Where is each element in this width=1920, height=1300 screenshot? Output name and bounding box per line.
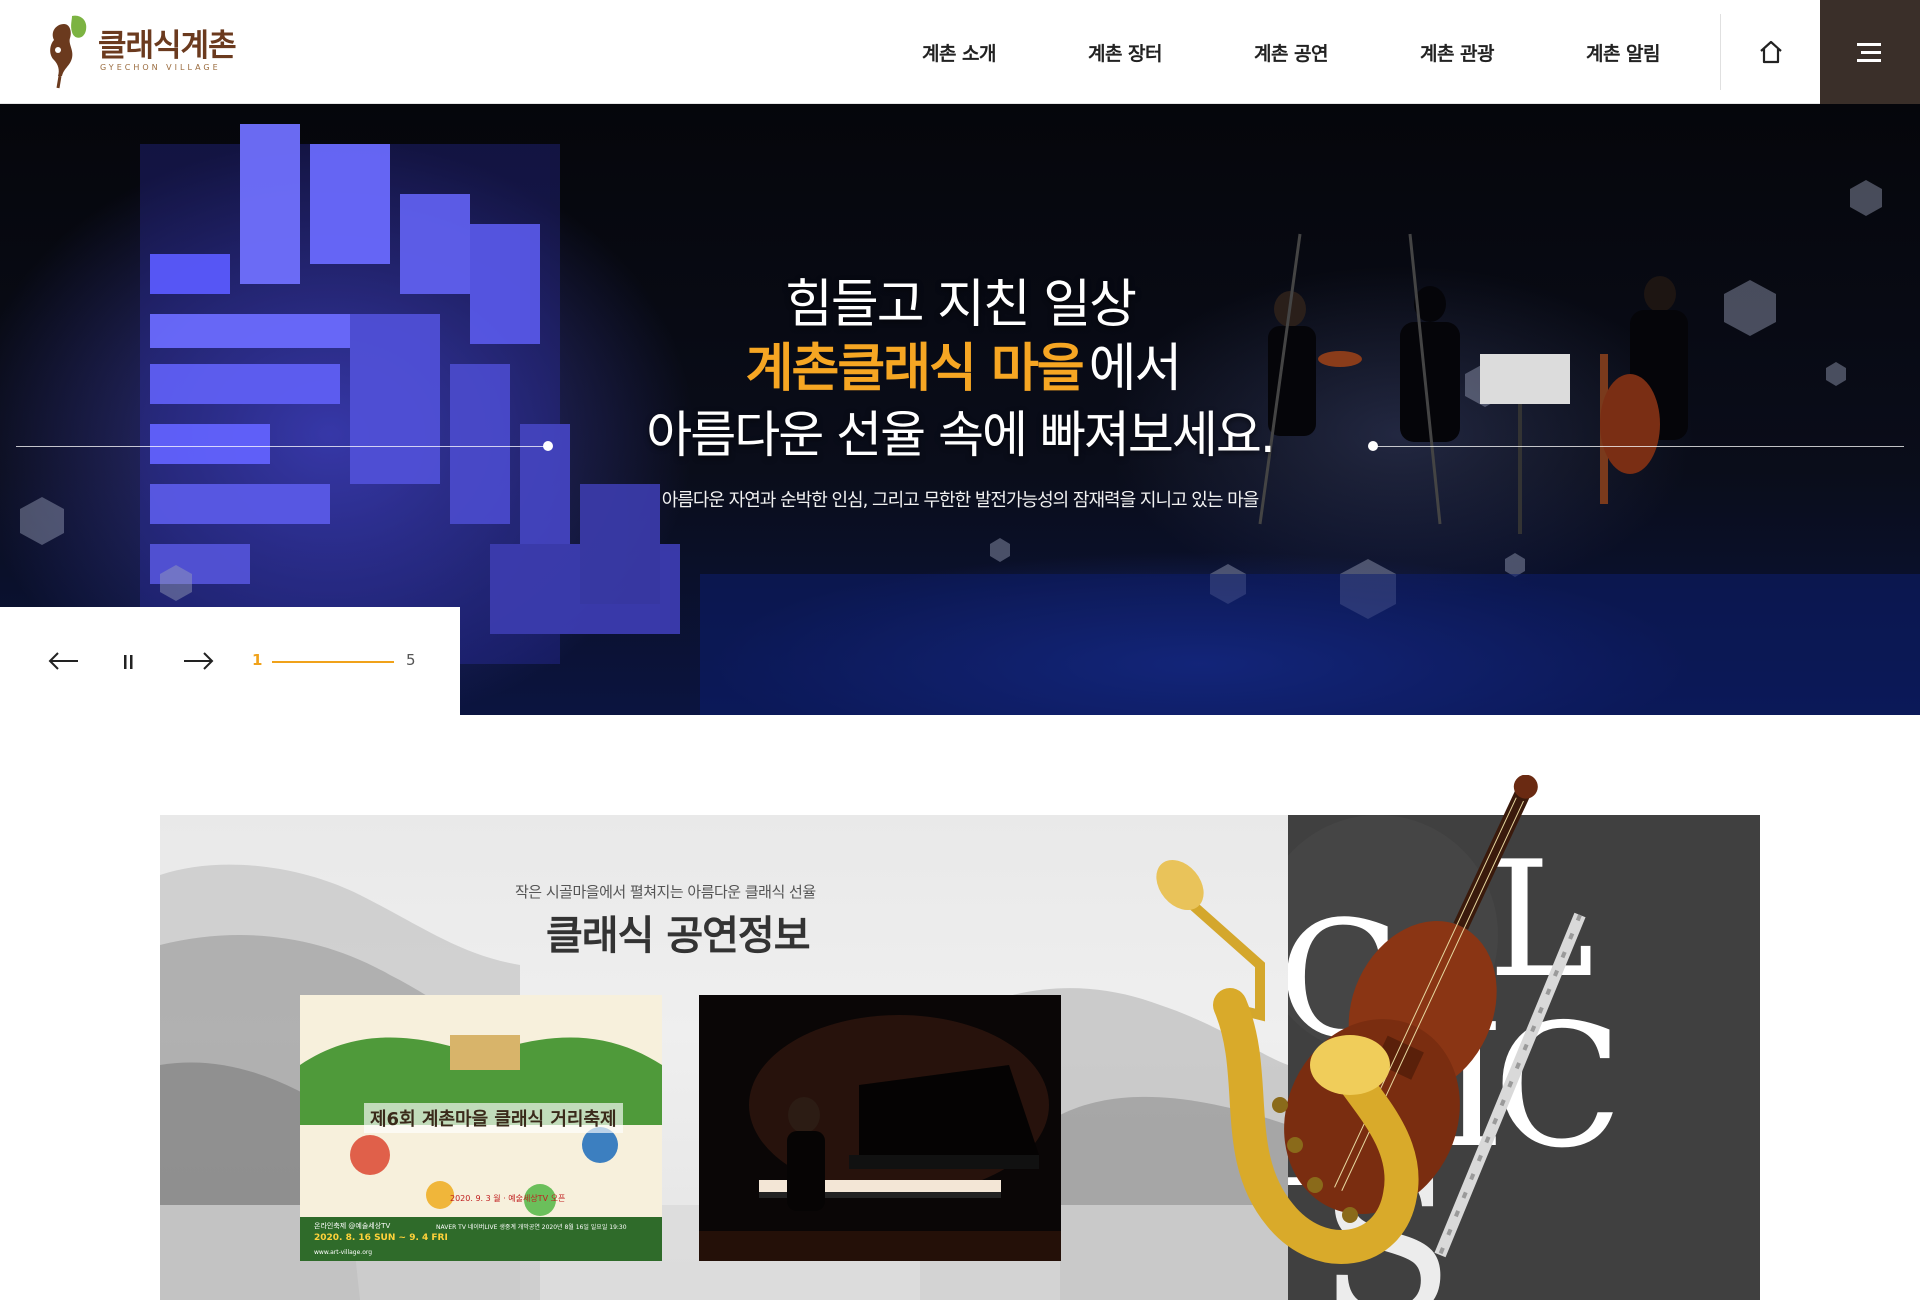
hero-highlight: 계촌클래식 마을 bbox=[727, 338, 1089, 400]
poster-url: www.art-village.org bbox=[314, 1249, 373, 1256]
poster-bottom-date: 2020. 8. 16 SUN ~ 9. 4 FRI bbox=[314, 1233, 448, 1243]
nav-item-performance[interactable]: 계촌 공연 bbox=[1208, 39, 1374, 66]
hero-headline-line1: 힘들고 지친 일상 bbox=[785, 275, 1137, 335]
performance-card-festival[interactable]: 제6회 계촌마을 클래식 거리축제 2020. 9. 3 월 · 예술세상TV … bbox=[300, 995, 662, 1261]
hero-headline-line3: 아름다운 선율 속에 빠져보세요. bbox=[646, 406, 1276, 464]
poster-bottom-left: 온라인축제 @예술세상TV bbox=[314, 1222, 391, 1230]
home-button[interactable] bbox=[1722, 0, 1820, 104]
poster-date-badge: 2020. 9. 3 월 · 예술세상TV 오픈 bbox=[450, 1194, 566, 1203]
hero-subtext: 아름다운 자연과 순박한 인심, 그리고 무한한 발전가능성의 잠재력을 지니고… bbox=[661, 490, 1260, 511]
hamburger-menu-icon bbox=[1857, 43, 1881, 62]
hero-headline-line2-rest: 에서 bbox=[1088, 339, 1183, 399]
home-icon bbox=[1760, 40, 1782, 64]
nav-item-tourism[interactable]: 계촌 관광 bbox=[1374, 39, 1540, 66]
slide-current-number: 1 bbox=[252, 651, 263, 669]
instruments-illustration bbox=[1110, 774, 1630, 1300]
arrow-right-icon bbox=[184, 652, 214, 670]
violin-saxophone-icon bbox=[1156, 774, 1586, 1264]
hero-divider-dot-left bbox=[543, 441, 553, 451]
violin-leaf-logo-icon bbox=[46, 10, 92, 90]
performance-section: 작은 시골마을에서 펼쳐지는 아름다운 클래식 선율 클래식 공연정보 제6회 … bbox=[160, 774, 1760, 1300]
piano-performance-photo bbox=[699, 995, 1061, 1261]
hero-headline-line2: 계촌클래식 마을 에서 bbox=[560, 338, 1360, 400]
slider-controls: 1 5 bbox=[0, 607, 460, 715]
slider-pause-button[interactable] bbox=[114, 643, 144, 679]
logo-title: 클래식계촌 bbox=[98, 27, 237, 64]
slide-progress-bar bbox=[272, 661, 394, 663]
nav-item-intro[interactable]: 계촌 소개 bbox=[876, 39, 1042, 66]
hero-divider-left bbox=[16, 446, 548, 447]
performance-card-piano[interactable] bbox=[699, 995, 1061, 1261]
main-nav: 계촌 소개 계촌 장터 계촌 공연 계촌 관광 계촌 알림 bbox=[876, 0, 1706, 104]
pause-icon bbox=[124, 655, 133, 669]
hero-divider-right bbox=[1376, 446, 1904, 447]
poster-bottom-right: NAVER TV 네이버LIVE 생중계 개막공연 2020년 8월 16일 일… bbox=[436, 1224, 627, 1231]
nav-divider bbox=[1720, 14, 1721, 90]
hero-divider-dot-right bbox=[1368, 441, 1378, 451]
performance-title: 클래식 공연정보 bbox=[546, 913, 811, 959]
menu-button[interactable] bbox=[1820, 0, 1920, 104]
site-logo[interactable]: 클래식계촌 GYECHON VILLAGE bbox=[46, 10, 237, 90]
arrow-left-icon bbox=[48, 652, 78, 670]
logo-subtitle: GYECHON VILLAGE bbox=[100, 62, 221, 72]
hero-copy: 힘들고 지친 일상 계촌클래식 마을 에서 아름다운 선율 속에 빠져보세요. 아… bbox=[560, 274, 1360, 512]
slider-prev-button[interactable] bbox=[44, 643, 84, 679]
slider-next-button[interactable] bbox=[178, 643, 218, 679]
nav-item-market[interactable]: 계촌 장터 bbox=[1042, 39, 1208, 66]
poster-title-text: 제6회 계촌마을 클래식 거리축제 bbox=[364, 1103, 623, 1133]
slide-total-number: 5 bbox=[406, 651, 416, 669]
nav-item-notice[interactable]: 계촌 알림 bbox=[1540, 39, 1706, 66]
site-header: 클래식계촌 GYECHON VILLAGE 계촌 소개 계촌 장터 계촌 공연 … bbox=[0, 0, 1920, 104]
performance-kicker: 작은 시골마을에서 펼쳐지는 아름다운 클래식 선율 bbox=[515, 883, 816, 901]
